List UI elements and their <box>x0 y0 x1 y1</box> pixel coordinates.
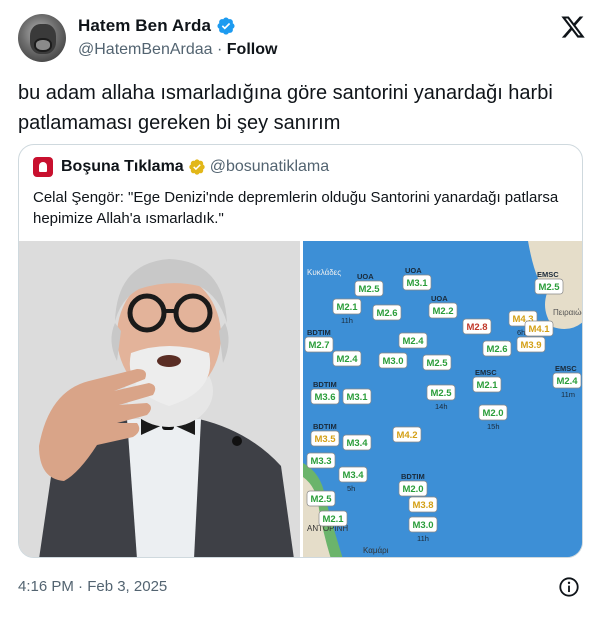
quake-marker: M3.8 <box>408 496 438 513</box>
quoted-tweet-text: Celal Şengör: "Ege Denizi'nde depremleri… <box>33 189 559 227</box>
quake-magnitude-label: M2.5 <box>538 282 560 293</box>
quoted-tweet-card[interactable]: Boşuna Tıklama @bosunatiklama Celal Şeng… <box>18 144 583 558</box>
quake-source-label: UOA <box>431 294 448 303</box>
quake-source-label: EMSC <box>475 368 497 377</box>
quake-source-label: BDTIM <box>313 380 337 389</box>
quake-age-label: 11m <box>561 390 575 399</box>
quake-magnitude-label: M3.5 <box>314 434 336 445</box>
quake-marker: M3.4 <box>342 434 372 451</box>
quake-age-label: 6h <box>517 328 525 337</box>
quoted-tweet-media: Κυκλάδες Πειραιώς Καμάρι ΑΝΤΟΡΙΝΗ UOA M2.… <box>19 241 583 557</box>
quake-magnitude-label: M3.1 <box>406 278 428 289</box>
map-place-label: Κυκλάδες <box>307 268 341 277</box>
quake-marker: M2.5 <box>306 490 336 507</box>
quake-age-label: 15h <box>487 422 500 431</box>
quake-marker: M3.0 <box>378 352 408 369</box>
quake-magnitude-label: M2.5 <box>310 494 332 505</box>
quake-age-label: 5h <box>347 484 355 493</box>
author-handle-row: @HatemBenArdaa · Follow <box>78 41 277 59</box>
quake-magnitude-label: M2.4 <box>556 376 578 387</box>
quake-magnitude-label: M3.1 <box>346 392 368 403</box>
quake-marker: M4.1 <box>524 320 554 337</box>
quake-magnitude-label: M3.6 <box>314 392 335 403</box>
quake-source-label: EMSC <box>555 364 577 373</box>
quake-marker: BDTIM M3.5 <box>310 422 340 447</box>
info-icon[interactable] <box>558 576 580 598</box>
author-display-name[interactable]: Hatem Ben Arda <box>78 16 211 36</box>
quake-magnitude-label: M4.1 <box>528 324 550 335</box>
author-handle[interactable]: @HatemBenArdaa <box>78 41 213 58</box>
quake-magnitude-label: M2.1 <box>336 302 358 313</box>
quoted-author-display-name[interactable]: Boşuna Tıklama <box>61 158 184 176</box>
quake-magnitude-label: M2.0 <box>402 484 423 495</box>
quake-magnitude-label: M3.0 <box>382 356 403 367</box>
quake-age-label: 14h <box>435 402 448 411</box>
quake-age-label: 11h <box>341 316 353 325</box>
quake-source-label: BDTIM <box>313 422 337 431</box>
quake-source-label: UOA <box>357 272 374 281</box>
quake-magnitude-label: M2.4 <box>336 354 358 365</box>
quake-magnitude-label: M3.3 <box>310 456 331 467</box>
quake-magnitude-label: M2.4 <box>402 336 424 347</box>
quake-magnitude-label: M2.5 <box>426 358 448 369</box>
quoted-tweet-header: Boşuna Tıklama @bosunatiklama <box>33 157 329 177</box>
quake-magnitude-label: M3.0 <box>412 520 433 531</box>
quake-marker: M2.1 <box>318 510 348 527</box>
x-logo-icon[interactable] <box>560 14 586 40</box>
media-photo-man[interactable] <box>19 241 300 557</box>
gold-check-icon <box>189 159 205 175</box>
quake-marker: M2.5 <box>422 354 452 371</box>
earthquake-map-svg: Κυκλάδες Πειραιώς Καμάρι ΑΝΤΟΡΙΝΗ UOAM2.… <box>303 241 583 557</box>
quoted-author-avatar[interactable] <box>33 157 53 177</box>
quake-magnitude-label: M4.2 <box>396 430 417 441</box>
quake-marker: M4.2 <box>392 426 422 443</box>
quake-marker: M2.6 <box>372 304 402 321</box>
quake-magnitude-label: M3.4 <box>342 470 364 481</box>
quake-magnitude-label: M2.0 <box>482 408 503 419</box>
quake-source-label: UOA <box>405 266 422 275</box>
author-name-row: Hatem Ben Arda <box>78 16 236 36</box>
man-illustration <box>19 241 300 557</box>
verified-badge-icon <box>217 17 235 35</box>
quake-age-label: 11h <box>417 534 429 543</box>
media-earthquake-map[interactable]: Κυκλάδες Πειραιώς Καμάρι ΑΝΤΟΡΙΝΗ UOA M2.… <box>303 241 583 557</box>
quake-marker: BDTIM M2.0 <box>398 472 428 497</box>
quake-magnitude-label: M2.2 <box>432 306 453 317</box>
quoted-author-handle[interactable]: @bosunatiklama <box>210 158 329 176</box>
quake-magnitude-label: M3.8 <box>412 500 433 511</box>
quake-marker: M2.4 <box>332 350 362 367</box>
tweet-header: Hatem Ben Arda @HatemBenArdaa · Follow <box>14 10 586 66</box>
follow-button[interactable]: Follow <box>227 41 278 58</box>
quake-source-label: BDTIM <box>401 472 425 481</box>
quake-marker: BDTIM M3.6 <box>310 380 340 405</box>
quake-marker: M2.4 <box>398 332 428 349</box>
quake-magnitude-label: M2.5 <box>358 284 380 295</box>
quake-magnitude-label: M2.7 <box>308 340 329 351</box>
quake-marker: M2.6 <box>482 340 512 357</box>
quake-marker: M3.1 <box>342 388 372 405</box>
map-place-label: Καμάρι <box>363 546 389 555</box>
quake-magnitude-label: M2.5 <box>430 388 452 399</box>
author-avatar[interactable] <box>18 14 66 62</box>
quake-magnitude-label: M3.9 <box>520 340 541 351</box>
quake-magnitude-label: M2.6 <box>376 308 397 319</box>
quake-magnitude-label: M3.4 <box>346 438 368 449</box>
avatar-gas-mask-shape <box>34 38 52 52</box>
tweet-body-text: bu adam allaha ısmarladığına göre santor… <box>18 82 553 134</box>
quake-source-label: BDTIM <box>307 328 331 337</box>
quake-magnitude-label: M2.8 <box>466 322 487 333</box>
tweet-timestamp[interactable]: 4:16 PM · Feb 3, 2025 <box>18 578 167 595</box>
quake-source-label: EMSC <box>537 270 559 279</box>
handle-separator: · <box>216 41 223 58</box>
quake-marker: M2.8 <box>462 318 492 335</box>
quake-magnitude-label: M2.1 <box>476 380 498 391</box>
quake-magnitude-label: M2.6 <box>486 344 507 355</box>
map-place-label: Πειραιώς <box>553 308 583 317</box>
quake-marker: BDTIM M2.7 <box>304 328 334 353</box>
quake-magnitude-label: M2.1 <box>322 514 344 525</box>
quake-marker: M3.9 <box>516 336 546 353</box>
quake-marker: M3.3 <box>306 452 336 469</box>
